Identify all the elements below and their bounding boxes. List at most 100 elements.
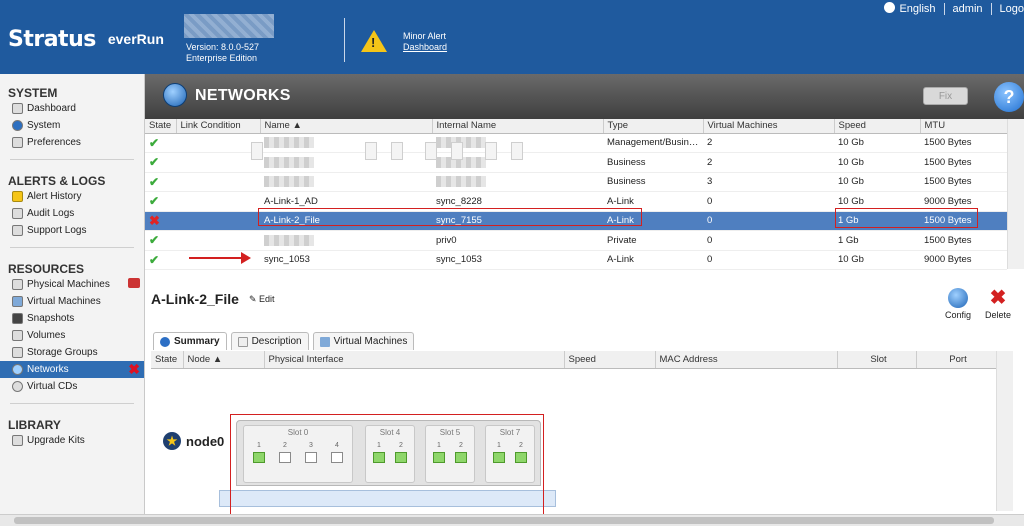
col-node[interactable]: Node ▲ xyxy=(183,351,265,369)
sidebar-item-dashboard[interactable]: Dashboard xyxy=(0,100,144,117)
sidebar-item-virtual-cds[interactable]: Virtual CDs xyxy=(0,378,144,395)
col-port[interactable]: Port xyxy=(916,351,997,369)
tab-virtual-machines[interactable]: Virtual Machines xyxy=(312,332,415,350)
sidebar-item-label: Volumes xyxy=(27,330,66,341)
toolbox-icon[interactable] xyxy=(128,278,140,288)
ok-check-icon: ✔ xyxy=(149,135,160,150)
col-speed[interactable]: Speed xyxy=(564,351,656,369)
sidebar-item-audit-logs[interactable]: Audit Logs xyxy=(0,205,144,222)
col-link-condition[interactable]: Link Condition xyxy=(176,119,261,134)
top-links: English admin Logo xyxy=(884,2,1024,15)
cable-stub xyxy=(485,142,497,160)
col-virtual-machines[interactable]: Virtual Machines xyxy=(703,119,835,134)
camera-icon xyxy=(12,313,23,324)
edit-link[interactable]: ✎ Edit xyxy=(249,294,275,305)
info-icon xyxy=(160,336,170,347)
sidebar-item-support-logs[interactable]: Support Logs xyxy=(0,222,144,239)
node-name: node0 xyxy=(186,433,225,449)
table-row[interactable]: ✔ priv0 Private 0 1 Gb 1500 Bytes xyxy=(145,230,1007,251)
col-mtu[interactable]: MTU xyxy=(920,119,1008,134)
sidebar-item-label: Dashboard xyxy=(27,103,76,114)
sidebar-item-storage-groups[interactable]: Storage Groups xyxy=(0,344,144,361)
header-divider xyxy=(344,18,345,62)
table-row[interactable]: ✔ sync_1053 sync_1053 A-Link 0 10 Gb 900… xyxy=(145,250,1007,270)
delete-button[interactable]: ✖ Delete xyxy=(981,288,1015,320)
cell-vms: 0 xyxy=(703,211,834,231)
sidebar-item-label: Preferences xyxy=(27,137,81,148)
annotation-highlight xyxy=(230,414,544,518)
cable-stub xyxy=(391,142,403,160)
cell-type: Management/Busin… xyxy=(603,133,703,153)
globe-icon xyxy=(884,2,896,13)
col-mac-address[interactable]: MAC Address xyxy=(655,351,838,369)
top-bar: Stratus everRun Version: 8.0.0-527 Enter… xyxy=(0,0,1024,74)
sidebar-item-physical-machines[interactable]: Physical Machines xyxy=(0,276,144,293)
dashboard-link[interactable]: Dashboard xyxy=(403,42,447,52)
sidebar-item-upgrade-kits[interactable]: Upgrade Kits xyxy=(0,432,144,449)
sidebar-item-snapshots[interactable]: Snapshots xyxy=(0,310,144,327)
resources-section-title: RESOURCES xyxy=(8,262,85,276)
tab-label: Description xyxy=(251,336,302,347)
ok-check-icon: ✔ xyxy=(149,233,160,248)
sidebar-item-label: Snapshots xyxy=(27,313,75,324)
cell-speed: 1 Gb xyxy=(834,230,920,251)
sidebar-item-alert-history[interactable]: Alert History xyxy=(0,188,144,205)
system-icon xyxy=(12,120,23,131)
table-row[interactable]: ✔ Management/Busin… 2 10 Gb 1500 Bytes xyxy=(145,133,1007,153)
col-internal-name[interactable]: Internal Name xyxy=(432,119,604,134)
logout-link[interactable]: Logo xyxy=(1000,3,1024,15)
tab-description[interactable]: Description xyxy=(230,332,309,350)
ok-check-icon: ✔ xyxy=(149,174,160,189)
cable-stub xyxy=(451,142,463,160)
logo-main-text: Stratus xyxy=(8,26,96,52)
sidebar-item-volumes[interactable]: Volumes xyxy=(0,327,144,344)
horizontal-scrollbar[interactable] xyxy=(0,514,1024,526)
sidebar-item-label: Virtual Machines xyxy=(27,296,101,307)
sidebar-item-preferences[interactable]: Preferences xyxy=(0,134,144,151)
interfaces-table: State Node ▲ Physical Interface Speed MA… xyxy=(151,351,997,369)
col-speed[interactable]: Speed xyxy=(834,119,921,134)
warning-icon[interactable]: ! xyxy=(361,30,387,52)
cell-mtu: 9000 Bytes xyxy=(920,250,1007,270)
config-icon xyxy=(948,288,968,308)
col-physical-interface[interactable]: Physical Interface xyxy=(264,351,565,369)
col-type[interactable]: Type xyxy=(603,119,704,134)
ok-check-icon: ✔ xyxy=(149,194,160,209)
detail-title: A-Link-2_File xyxy=(151,291,239,307)
cell-speed: 10 Gb xyxy=(834,152,920,173)
cell-type: Business xyxy=(603,152,703,173)
cable-stub xyxy=(251,142,263,160)
sidebar-item-label: Physical Machines xyxy=(27,279,110,290)
sidebar-item-system[interactable]: System xyxy=(0,117,144,134)
server-icon xyxy=(12,279,23,290)
fix-button[interactable]: Fix xyxy=(923,87,968,105)
table-scrollbar[interactable] xyxy=(1007,119,1024,269)
scrollbar-thumb[interactable] xyxy=(14,517,994,524)
interfaces-scrollbar[interactable] xyxy=(996,351,1013,511)
col-slot[interactable]: Slot xyxy=(837,351,917,369)
user-link[interactable]: admin xyxy=(953,3,983,15)
help-icon[interactable]: ? xyxy=(994,82,1024,112)
sidebar-item-label: Alert History xyxy=(27,191,82,202)
tab-summary[interactable]: Summary xyxy=(153,332,227,350)
networks-table: State Link Condition Name ▲ Internal Nam… xyxy=(145,119,1008,270)
cell-speed: 10 Gb xyxy=(834,133,920,153)
table-row[interactable]: ✔ Business 2 10 Gb 1500 Bytes xyxy=(145,152,1007,173)
language-selector[interactable]: English xyxy=(884,2,936,15)
support-log-icon xyxy=(12,225,23,236)
link-separator xyxy=(943,2,945,15)
config-button[interactable]: Config xyxy=(941,288,975,320)
sidebar-item-networks[interactable]: Networks ✖ xyxy=(0,361,144,378)
networks-globe-icon xyxy=(163,83,187,107)
library-section-title: LIBRARY xyxy=(8,418,61,432)
cell-speed: 10 Gb xyxy=(834,250,920,270)
error-x-icon: ✖ xyxy=(149,212,160,228)
sidebar-item-virtual-machines[interactable]: Virtual Machines xyxy=(0,293,144,310)
col-name[interactable]: Name ▲ xyxy=(260,119,433,134)
detail-tabs: Summary Description Virtual Machines xyxy=(153,332,415,350)
networks-table-header: State Link Condition Name ▲ Internal Nam… xyxy=(145,119,1008,134)
table-row[interactable]: ✔ Business 3 10 Gb 1500 Bytes xyxy=(145,172,1007,192)
col-state[interactable]: State xyxy=(151,351,184,369)
cable-stub xyxy=(365,142,377,160)
col-state[interactable]: State xyxy=(145,119,177,134)
